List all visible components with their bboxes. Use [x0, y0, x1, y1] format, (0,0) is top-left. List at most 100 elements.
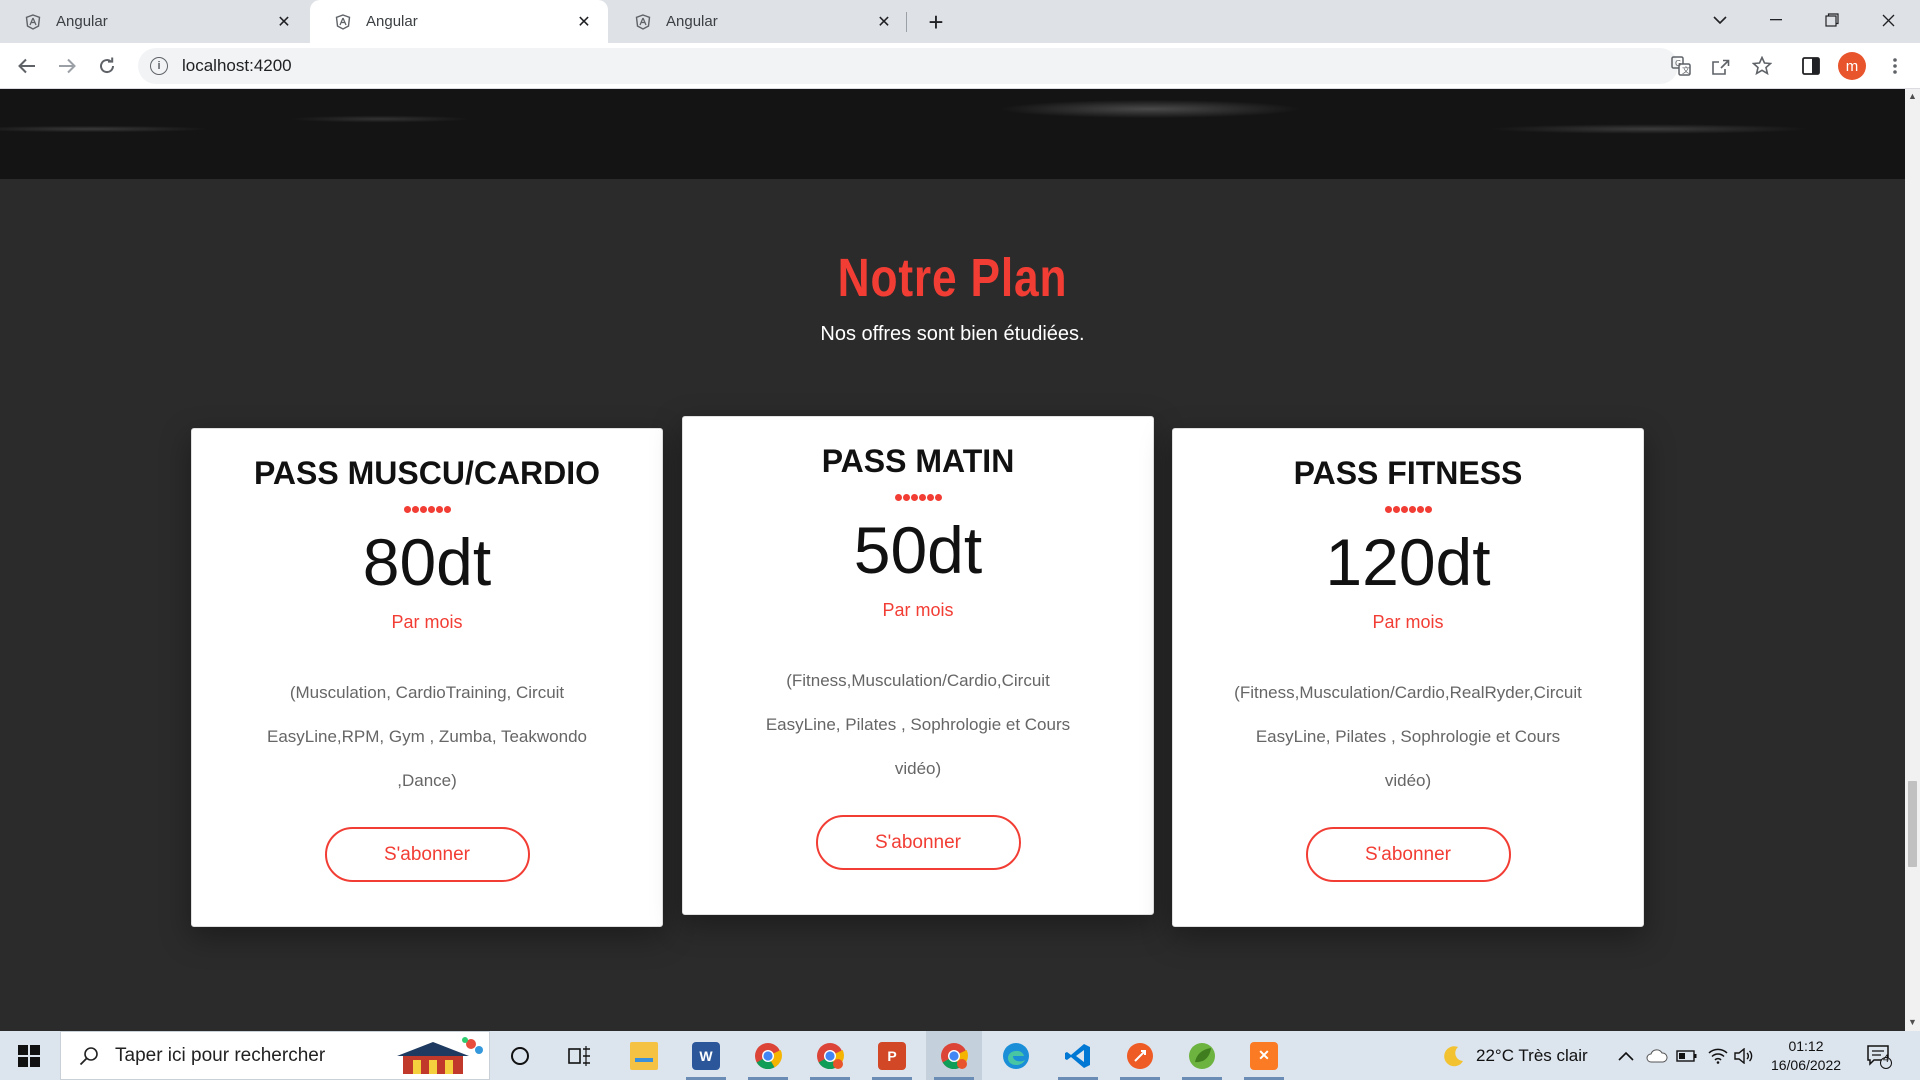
- site-info-icon[interactable]: i: [150, 57, 168, 75]
- plan-period: Par mois: [391, 612, 463, 632]
- svg-text:G: G: [1675, 59, 1681, 68]
- reload-icon[interactable]: [90, 49, 124, 83]
- plan-period: Par mois: [1372, 612, 1444, 632]
- plan-description: (Fitness,Musculation/Cardio,Circuit Easy…: [733, 659, 1103, 791]
- title-divider-dots: [192, 506, 662, 514]
- close-window-button[interactable]: [1860, 0, 1916, 40]
- task-view-icon[interactable]: [552, 1031, 608, 1080]
- clock-time: 01:12: [1788, 1038, 1824, 1054]
- tab-search-chevron-icon[interactable]: [1692, 0, 1748, 40]
- plan-price: 120dt: [1325, 525, 1491, 599]
- cortana-icon[interactable]: [492, 1031, 548, 1080]
- search-highlight-illustration-icon: [397, 1037, 483, 1074]
- profile-avatar[interactable]: m: [1838, 52, 1866, 80]
- title-divider-dots: [1173, 506, 1643, 514]
- plan-price: 80dt: [362, 525, 492, 599]
- windows-start-icon[interactable]: [0, 1031, 58, 1080]
- bookmark-star-icon[interactable]: [1747, 51, 1777, 81]
- angular-favicon-icon: [334, 13, 352, 31]
- angular-favicon-icon: [24, 13, 42, 31]
- tab-separator: [906, 12, 907, 32]
- browser-tabstrip: Angular ✕ Angular ✕ Angular ✕ +: [0, 0, 1920, 43]
- taskbar-search-box[interactable]: Taper ici pour rechercher: [60, 1031, 490, 1080]
- svg-text:文: 文: [1682, 65, 1690, 75]
- tab-close-icon[interactable]: ✕: [574, 12, 594, 32]
- plan-description: (Musculation, CardioTraining, Circuit Ea…: [242, 671, 612, 803]
- back-arrow-icon[interactable]: [10, 49, 44, 83]
- wifi-icon[interactable]: [1708, 1031, 1728, 1080]
- scrollbar-thumb[interactable]: [1908, 781, 1917, 867]
- restore-button[interactable]: [1804, 0, 1860, 40]
- edge-icon[interactable]: [988, 1031, 1044, 1080]
- share-icon[interactable]: [1706, 51, 1736, 81]
- angular-favicon-icon: [634, 13, 652, 31]
- page-viewport: Notre Plan Nos offres sont bien étudiées…: [0, 89, 1905, 1031]
- notification-count: 4: [1882, 1053, 1890, 1065]
- onedrive-cloud-icon[interactable]: [1646, 1031, 1668, 1080]
- plan-name: PASS MUSCU/CARDIO: [253, 455, 601, 491]
- section-title: Notre Plan: [837, 248, 1068, 308]
- browser-tab-1[interactable]: Angular ✕: [0, 0, 308, 43]
- plan-description: (Fitness,Musculation/Cardio,RealRyder,Ci…: [1208, 671, 1608, 803]
- more-menu-icon[interactable]: [1880, 51, 1910, 81]
- system-clock[interactable]: 01:12 16/06/2022: [1758, 1037, 1854, 1075]
- translate-icon[interactable]: G文: [1666, 51, 1696, 81]
- page-scrollbar[interactable]: ▲ ▼: [1905, 89, 1920, 1031]
- chrome-active-window-icon[interactable]: [926, 1031, 982, 1080]
- plan-description-line: EasyLine, Pilates , Sophrologie et Cours: [765, 715, 1071, 734]
- tab-title: Angular: [56, 13, 108, 30]
- plan-price: 50dt: [853, 513, 983, 587]
- section-subtitle: Nos offres sont bien étudiées.: [820, 323, 1085, 345]
- plan-card-fitness: PASS FITNESS 120dt Par mois (Fitness,Mus…: [1172, 428, 1644, 927]
- plan-description-line: (Fitness,Musculation/Cardio,RealRyder,Ci…: [1234, 683, 1582, 702]
- file-explorer-icon[interactable]: [616, 1031, 672, 1080]
- postman-icon[interactable]: [1112, 1031, 1168, 1080]
- forward-arrow-icon[interactable]: [50, 49, 84, 83]
- plan-card-matin: PASS MATIN 50dt Par mois (Fitness,Muscul…: [682, 416, 1154, 915]
- show-hidden-icons-chevron-icon[interactable]: [1618, 1031, 1634, 1080]
- plan-name: PASS FITNESS: [1293, 455, 1523, 491]
- tab-title: Angular: [666, 13, 718, 30]
- clock-date: 16/06/2022: [1770, 1057, 1842, 1073]
- battery-icon[interactable]: [1676, 1031, 1698, 1080]
- url-text: localhost:4200: [182, 56, 292, 75]
- scroll-down-arrow-icon[interactable]: ▼: [1908, 1017, 1917, 1029]
- subscribe-button[interactable]: S'abonner: [1305, 827, 1511, 882]
- plan-description-line: ,Dance): [397, 771, 457, 790]
- search-icon: [77, 1044, 101, 1068]
- volume-icon[interactable]: [1734, 1031, 1754, 1080]
- plan-description-line: EasyLine, Pilates , Sophrologie et Cours: [1255, 727, 1561, 746]
- notification-center-icon[interactable]: 4: [1866, 1031, 1892, 1080]
- address-bar[interactable]: i localhost:4200: [138, 48, 1678, 84]
- side-panel-icon[interactable]: [1796, 51, 1826, 81]
- minimize-button[interactable]: [1748, 0, 1804, 40]
- weather-widget[interactable]: 22°C Très clair: [1442, 1031, 1588, 1080]
- tab-close-icon[interactable]: ✕: [274, 12, 294, 32]
- scroll-up-arrow-icon[interactable]: ▲: [1908, 91, 1917, 103]
- chrome-profile-icon[interactable]: [802, 1031, 858, 1080]
- word-icon[interactable]: W: [678, 1031, 734, 1080]
- plan-description-line: EasyLine,RPM, Gym , Zumba, Teakwondo: [267, 727, 587, 746]
- search-placeholder: Taper ici pour rechercher: [115, 1044, 326, 1066]
- moon-icon: [1444, 1045, 1463, 1066]
- windows-taskbar: Taper ici pour rechercher W P ✕ 22°C Trè…: [0, 1031, 1920, 1080]
- subscribe-button[interactable]: S'abonner: [815, 815, 1021, 870]
- title-divider-dots: [683, 494, 1153, 502]
- vscode-icon[interactable]: [1050, 1031, 1106, 1080]
- chrome-icon[interactable]: [740, 1031, 796, 1080]
- subscribe-button[interactable]: S'abonner: [324, 827, 530, 882]
- browser-tab-2-active[interactable]: Angular ✕: [310, 0, 608, 43]
- browser-tab-3[interactable]: Angular ✕: [610, 0, 908, 43]
- plan-description-line: (Fitness,Musculation/Cardio,Circuit: [786, 671, 1050, 690]
- tab-close-icon[interactable]: ✕: [874, 12, 894, 32]
- plan-card-muscu-cardio: PASS MUSCU/CARDIO 80dt Par mois (Muscula…: [191, 428, 663, 927]
- spring-tool-suite-icon[interactable]: [1174, 1031, 1230, 1080]
- plan-description-line: vidéo): [1384, 771, 1432, 790]
- plan-name: PASS MATIN: [821, 443, 1015, 479]
- plan-description-line: (Musculation, CardioTraining, Circuit: [289, 683, 565, 702]
- powerpoint-icon[interactable]: P: [864, 1031, 920, 1080]
- xampp-icon[interactable]: ✕: [1236, 1031, 1292, 1080]
- new-tab-button[interactable]: +: [922, 7, 950, 37]
- hero-image-bottom: [0, 89, 1905, 179]
- browser-toolbar: i localhost:4200 G文 m: [0, 43, 1920, 89]
